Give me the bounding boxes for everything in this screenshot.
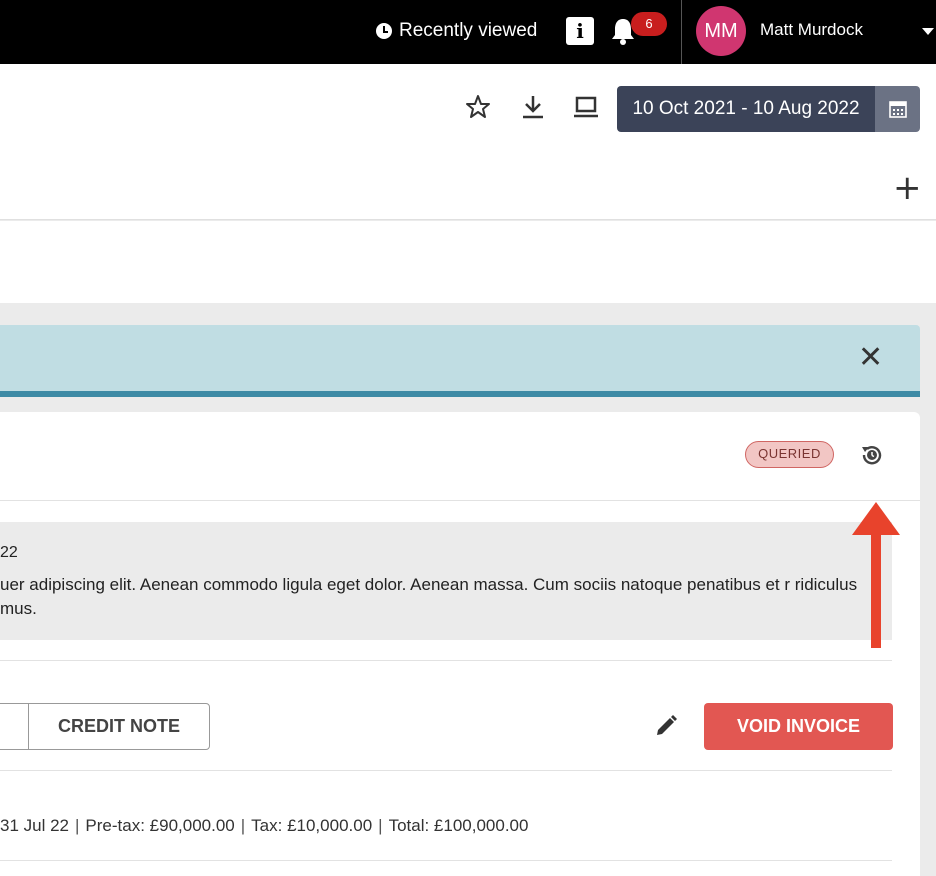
- query-note: 22 uer adipiscing elit. Aenean commodo l…: [0, 522, 892, 640]
- laptop-icon[interactable]: [573, 94, 599, 120]
- history-icon[interactable]: [859, 442, 885, 468]
- credit-note-button[interactable]: CREDIT NOTE: [28, 703, 210, 750]
- page-toolbar: 10 Oct 2021 - 10 Aug 2022: [0, 64, 936, 154]
- divider: [0, 660, 892, 661]
- separator: |: [240, 816, 246, 835]
- calendar-button[interactable]: [875, 86, 920, 132]
- tax-amount: Tax: £10,000.00: [251, 816, 373, 835]
- recently-viewed-button[interactable]: Recently viewed: [376, 20, 537, 42]
- status-badge: QUERIED: [745, 441, 834, 468]
- note-text: uer adipiscing elit. Aenean commodo ligu…: [0, 575, 858, 618]
- invoice-summary: 31 Jul 22 | Pre-tax: £90,000.00 | Tax: £10,0…: [0, 816, 528, 836]
- avatar[interactable]: MM: [696, 6, 746, 56]
- notification-count-badge: 6: [631, 12, 667, 36]
- note-date: 22: [0, 544, 18, 561]
- navbar-divider: [681, 0, 682, 64]
- clock-icon: [376, 23, 392, 39]
- divider: [0, 500, 920, 501]
- total-amount: Total: £100,000.00: [388, 816, 529, 835]
- calendar-icon: [889, 101, 907, 118]
- date-range-picker[interactable]: 10 Oct 2021 - 10 Aug 2022: [617, 86, 875, 132]
- info-banner: ✕: [0, 325, 920, 397]
- user-name[interactable]: Matt Murdock: [760, 20, 863, 40]
- recently-viewed-label: Recently viewed: [399, 20, 538, 41]
- pretax-amount: Pre-tax: £90,000.00: [85, 816, 235, 835]
- star-icon[interactable]: [465, 94, 491, 120]
- chevron-down-icon[interactable]: [922, 28, 934, 35]
- separator: |: [378, 816, 383, 835]
- separator: |: [75, 816, 80, 835]
- page-header-area: [0, 221, 936, 303]
- plus-icon[interactable]: +: [893, 168, 922, 208]
- divider: [0, 860, 892, 861]
- action-button-partial[interactable]: [0, 703, 29, 750]
- tabs-row: +: [0, 154, 936, 220]
- invoice-card: QUERIED 22 uer adipiscing elit. Aenean c…: [0, 412, 920, 876]
- pencil-icon[interactable]: [654, 714, 678, 738]
- invoice-date: 31 Jul 22: [0, 816, 69, 835]
- info-button[interactable]: i: [566, 17, 594, 45]
- top-navbar: Recently viewed i 6 MM Matt Murdock: [0, 0, 936, 64]
- void-invoice-button[interactable]: VOID INVOICE: [704, 703, 893, 750]
- close-icon[interactable]: ✕: [858, 343, 883, 373]
- download-icon[interactable]: [520, 94, 546, 120]
- divider: [0, 770, 892, 771]
- annotation-arrow: [852, 502, 900, 648]
